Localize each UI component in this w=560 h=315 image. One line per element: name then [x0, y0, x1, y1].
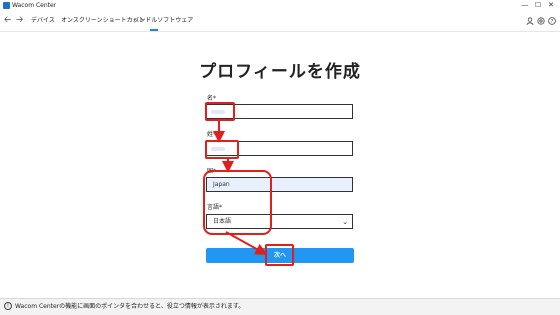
- status-bar: i Wacom Centerの機能に画面のポインタを合わせると、役立つ情報が表示…: [0, 298, 560, 315]
- status-text: Wacom Centerの機能に画面のポインタを合わせると、役立つ情報が表示され…: [15, 303, 245, 310]
- annotation-arrows: [213, 121, 268, 255]
- info-icon: i: [4, 302, 12, 310]
- arrow-language-to-next: [225, 231, 268, 255]
